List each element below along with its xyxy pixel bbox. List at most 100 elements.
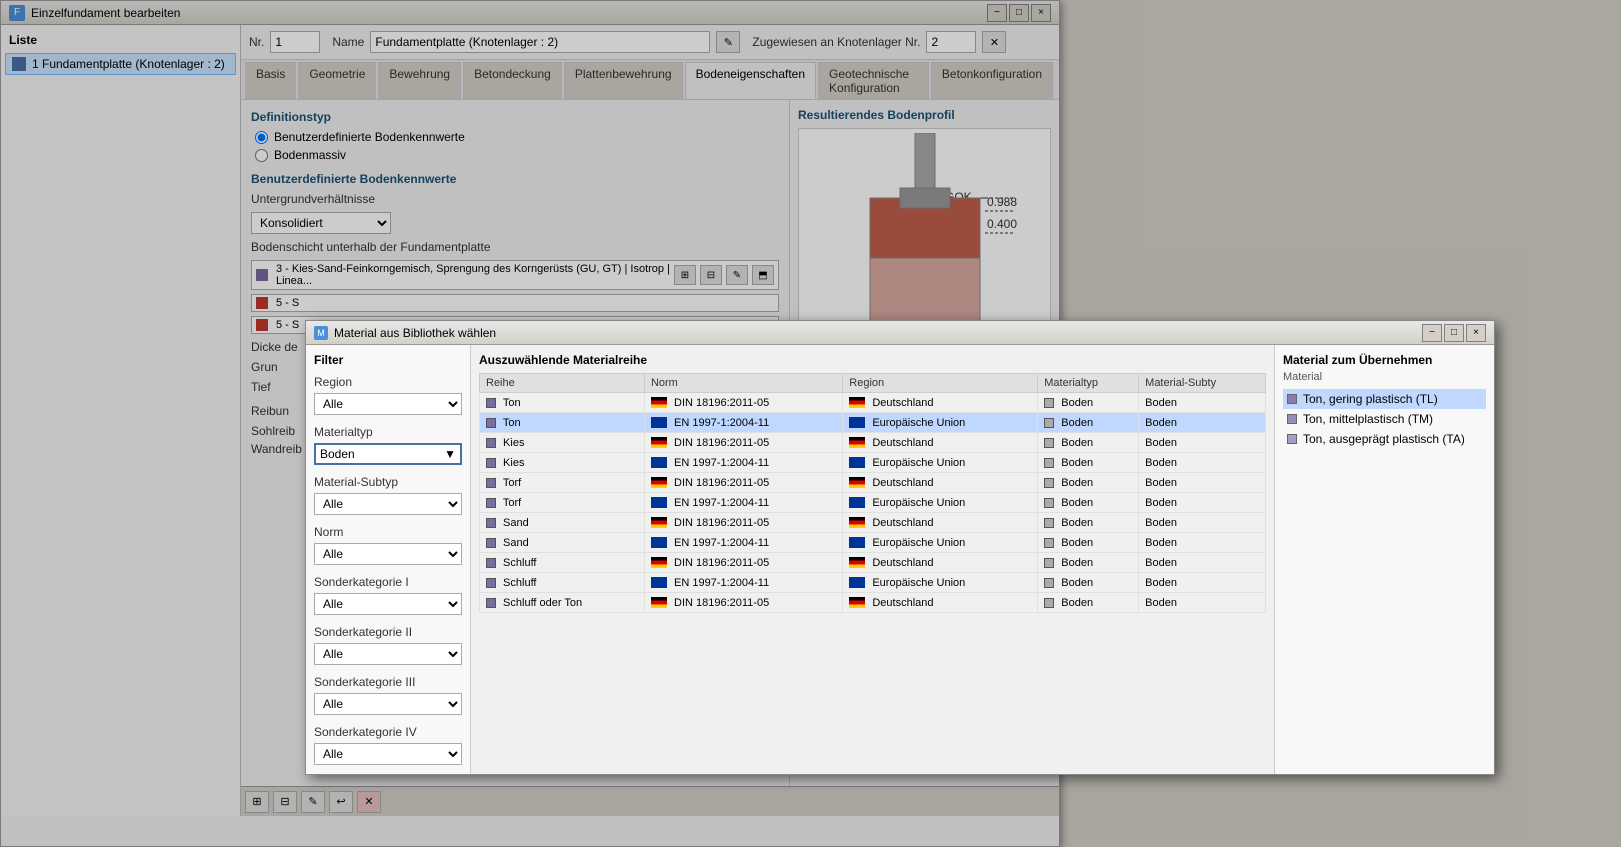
filter-sonder2-dropdown[interactable]: Alle xyxy=(314,643,462,665)
modal-close-button[interactable]: × xyxy=(1466,324,1486,342)
col-materialtyp: Materialtyp xyxy=(1038,374,1139,393)
cell-subtyp: Boden xyxy=(1139,413,1266,433)
cell-norm: EN 1997-1:2004-11 xyxy=(644,413,842,433)
cell-reihe: Schluff xyxy=(480,573,645,593)
table-row[interactable]: Ton DIN 18196:2011-05 Deutschland Boden … xyxy=(480,393,1266,413)
filter-materialtyp-dropdown[interactable]: Boden ▼ xyxy=(314,443,462,465)
filter-norm-dropdown[interactable]: Alle xyxy=(314,543,462,565)
result-item[interactable]: Ton, ausgeprägt plastisch (TA) xyxy=(1283,429,1486,449)
table-row[interactable]: Kies EN 1997-1:2004-11 Europäische Union… xyxy=(480,453,1266,473)
result-label-1: Ton, mittelplastisch (TM) xyxy=(1303,412,1433,426)
cell-norm: DIN 18196:2011-05 xyxy=(644,513,842,533)
cell-region: Deutschland xyxy=(843,433,1038,453)
modal-maximize-button[interactable]: □ xyxy=(1444,324,1464,342)
filter-materialtyp-arrow: ▼ xyxy=(444,447,456,461)
cell-subtyp: Boden xyxy=(1139,513,1266,533)
col-subtyp: Material-Subty xyxy=(1139,374,1266,393)
table-row[interactable]: Torf EN 1997-1:2004-11 Europäische Union… xyxy=(480,493,1266,513)
table-row[interactable]: Ton EN 1997-1:2004-11 Europäische Union … xyxy=(480,413,1266,433)
cell-region: Deutschland xyxy=(843,393,1038,413)
cell-norm: EN 1997-1:2004-11 xyxy=(644,493,842,513)
table-row[interactable]: Schluff oder Ton DIN 18196:2011-05 Deuts… xyxy=(480,593,1266,613)
filter-region: Region Alle xyxy=(314,375,462,415)
cell-norm: DIN 18196:2011-05 xyxy=(644,553,842,573)
cell-subtyp: Boden xyxy=(1139,533,1266,553)
cell-region: Deutschland xyxy=(843,593,1038,613)
filter-subtyp-label: Material-Subtyp xyxy=(314,475,462,489)
cell-subtyp: Boden xyxy=(1139,553,1266,573)
filter-materialtyp-value: Boden xyxy=(320,447,355,461)
table-row[interactable]: Sand EN 1997-1:2004-11 Europäische Union… xyxy=(480,533,1266,553)
results-title: Material zum Übernehmen xyxy=(1283,353,1486,367)
cell-norm: DIN 18196:2011-05 xyxy=(644,393,842,413)
result-color-2 xyxy=(1287,434,1297,444)
cell-region: Europäische Union xyxy=(843,413,1038,433)
table-row[interactable]: Kies DIN 18196:2011-05 Deutschland Boden… xyxy=(480,433,1266,453)
cell-subtyp: Boden xyxy=(1139,593,1266,613)
materials-table-header-row: Reihe Norm Region Materialtyp Material-S… xyxy=(480,374,1266,393)
table-row[interactable]: Schluff DIN 18196:2011-05 Deutschland Bo… xyxy=(480,553,1266,573)
cell-reihe: Sand xyxy=(480,513,645,533)
cell-reihe: Torf xyxy=(480,473,645,493)
cell-materialtyp: Boden xyxy=(1038,413,1139,433)
filter-sonder3-dropdown[interactable]: Alle xyxy=(314,693,462,715)
cell-materialtyp: Boden xyxy=(1038,493,1139,513)
cell-norm: DIN 18196:2011-05 xyxy=(644,473,842,493)
cell-norm: DIN 18196:2011-05 xyxy=(644,433,842,453)
filter-sonder4-dropdown[interactable]: Alle xyxy=(314,743,462,765)
filter-subtyp-dropdown[interactable]: Alle xyxy=(314,493,462,515)
filter-sonder1: Sonderkategorie I Alle xyxy=(314,575,462,615)
cell-materialtyp: Boden xyxy=(1038,573,1139,593)
cell-reihe: Schluff oder Ton xyxy=(480,593,645,613)
result-item[interactable]: Ton, gering plastisch (TL) xyxy=(1283,389,1486,409)
cell-materialtyp: Boden xyxy=(1038,433,1139,453)
filter-norm: Norm Alle xyxy=(314,525,462,565)
cell-region: Europäische Union xyxy=(843,533,1038,553)
cell-materialtyp: Boden xyxy=(1038,453,1139,473)
col-reihe: Reihe xyxy=(480,374,645,393)
filter-sonder4: Sonderkategorie IV Alle xyxy=(314,725,462,765)
table-row[interactable]: Schluff EN 1997-1:2004-11 Europäische Un… xyxy=(480,573,1266,593)
filter-materialtyp-label: Materialtyp xyxy=(314,425,462,439)
cell-materialtyp: Boden xyxy=(1038,473,1139,493)
materials-panel: Auszuwählende Materialreihe Reihe Norm R… xyxy=(471,345,1274,774)
cell-subtyp: Boden xyxy=(1139,493,1266,513)
filter-sonder1-dropdown[interactable]: Alle xyxy=(314,593,462,615)
modal-body: Filter Region Alle Materialtyp Boden ▼ M… xyxy=(306,345,1494,774)
filter-panel: Filter Region Alle Materialtyp Boden ▼ M… xyxy=(306,345,471,774)
filter-region-dropdown[interactable]: Alle xyxy=(314,393,462,415)
results-list: Ton, gering plastisch (TL) Ton, mittelpl… xyxy=(1283,389,1486,449)
result-item[interactable]: Ton, mittelplastisch (TM) xyxy=(1283,409,1486,429)
filter-sonder3: Sonderkategorie III Alle xyxy=(314,675,462,715)
cell-materialtyp: Boden xyxy=(1038,393,1139,413)
filter-title: Filter xyxy=(314,353,462,367)
cell-reihe: Ton xyxy=(480,393,645,413)
filter-subtyp: Material-Subtyp Alle xyxy=(314,475,462,515)
cell-norm: EN 1997-1:2004-11 xyxy=(644,533,842,553)
table-row[interactable]: Torf DIN 18196:2011-05 Deutschland Boden… xyxy=(480,473,1266,493)
modal-controls: − □ × xyxy=(1422,324,1486,342)
modal-icon: M xyxy=(314,326,328,340)
modal-minimize-button[interactable]: − xyxy=(1422,324,1442,342)
cell-region: Deutschland xyxy=(843,553,1038,573)
filter-sonder3-label: Sonderkategorie III xyxy=(314,675,462,689)
cell-materialtyp: Boden xyxy=(1038,513,1139,533)
cell-reihe: Kies xyxy=(480,433,645,453)
materials-title: Auszuwählende Materialreihe xyxy=(479,353,1266,367)
cell-region: Europäische Union xyxy=(843,453,1038,473)
cell-subtyp: Boden xyxy=(1139,573,1266,593)
filter-norm-label: Norm xyxy=(314,525,462,539)
modal-title: Material aus Bibliothek wählen xyxy=(334,326,1422,340)
filter-sonder1-label: Sonderkategorie I xyxy=(314,575,462,589)
cell-reihe: Ton xyxy=(480,413,645,433)
cell-norm: DIN 18196:2011-05 xyxy=(644,593,842,613)
cell-norm: EN 1997-1:2004-11 xyxy=(644,573,842,593)
table-row[interactable]: Sand DIN 18196:2011-05 Deutschland Boden… xyxy=(480,513,1266,533)
filter-sonder2: Sonderkategorie II Alle xyxy=(314,625,462,665)
cell-subtyp: Boden xyxy=(1139,453,1266,473)
results-panel: Material zum Übernehmen Material Ton, ge… xyxy=(1274,345,1494,774)
col-region: Region xyxy=(843,374,1038,393)
result-color-1 xyxy=(1287,414,1297,424)
materials-table-head: Reihe Norm Region Materialtyp Material-S… xyxy=(480,374,1266,393)
cell-subtyp: Boden xyxy=(1139,393,1266,413)
